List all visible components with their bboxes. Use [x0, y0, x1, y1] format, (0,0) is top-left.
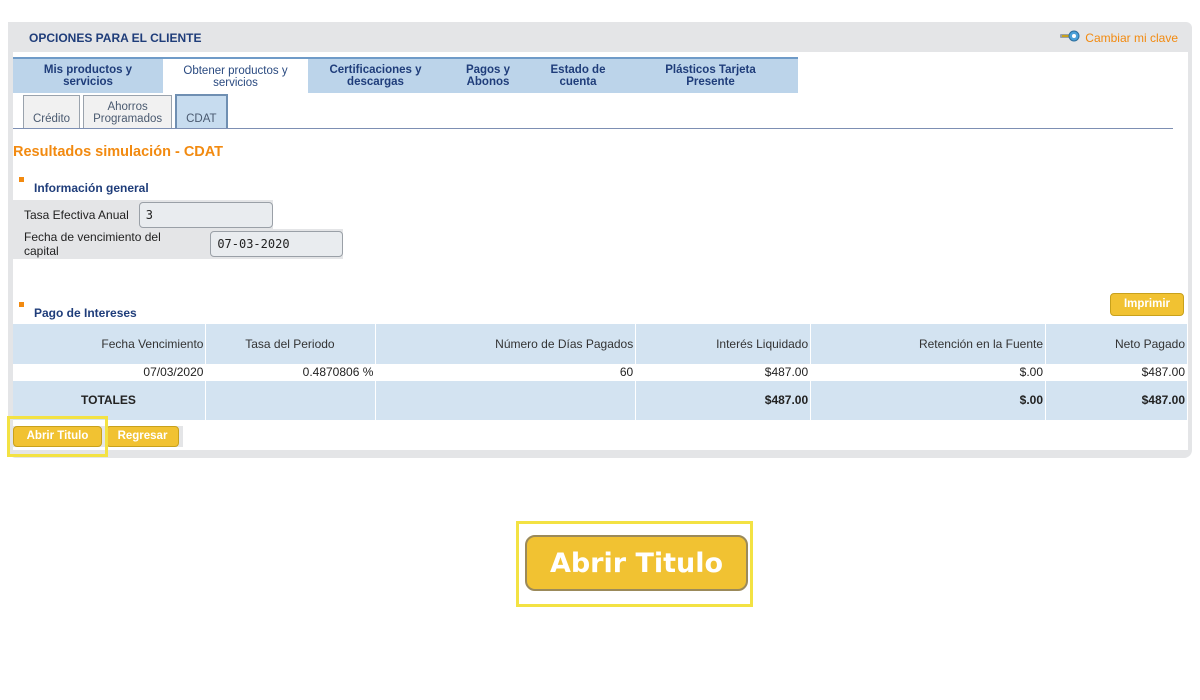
subtab-label: CDAT — [186, 113, 217, 125]
change-password-label: Cambiar mi clave — [1085, 30, 1178, 45]
tab-label: Pagos y — [465, 64, 511, 76]
key-icon — [1060, 30, 1080, 45]
tab-account-statement[interactable]: Estado de cuenta — [533, 59, 623, 93]
cell-interest: $487.00 — [635, 364, 812, 380]
total-interest: $487.00 — [635, 379, 812, 420]
cell-withholding: $.00 — [810, 364, 1047, 380]
rate-label: Tasa Efectiva Anual — [24, 208, 129, 222]
column-header: Tasa del Periodo — [205, 324, 377, 364]
tab-label: cuenta — [559, 76, 597, 88]
main-tab-bar: Mis productos y servicios Obtener produc… — [13, 57, 798, 93]
totals-empty — [375, 379, 637, 420]
tab-label: Abonos — [466, 76, 510, 88]
total-net-paid: $487.00 — [1045, 379, 1188, 420]
column-header: Interés Liquidado — [635, 324, 812, 364]
print-button[interactable]: Imprimir — [1110, 293, 1184, 316]
column-header: Número de Días Pagados — [375, 324, 637, 364]
tab-payments[interactable]: Pagos y Abonos — [443, 59, 533, 93]
tab-label: Mis productos y — [43, 64, 133, 76]
column-header: Fecha Vencimiento — [13, 324, 207, 364]
tab-label: descargas — [347, 76, 404, 88]
tab-label: Presente — [686, 76, 735, 88]
subtab-label: Ahorros — [107, 101, 148, 113]
subtab-cdat[interactable]: CDAT — [175, 94, 228, 129]
section-bullet-icon — [19, 302, 24, 307]
maturity-label: Fecha de vencimiento del capital — [24, 230, 161, 258]
subtab-ahorros-programados[interactable]: Ahorros Programados — [83, 95, 173, 129]
cell-net-paid: $487.00 — [1045, 364, 1188, 380]
cell-days-paid: 60 — [375, 364, 637, 380]
totals-empty — [205, 379, 377, 420]
general-info-title: Información general — [34, 181, 149, 195]
subtab-divider — [13, 128, 1173, 129]
column-header: Neto Pagado — [1045, 324, 1188, 364]
cell-period-rate: 0.4870806 % — [205, 364, 377, 380]
table-row: 07/03/2020 0.4870806 % 60 $487.00 $.00 $… — [13, 364, 1188, 380]
rate-field-row: Tasa Efectiva Anual 3 — [13, 200, 273, 230]
client-options-tab-label: OPCIONES PARA EL CLIENTE — [29, 31, 202, 45]
main-content: Mis productos y servicios Obtener produc… — [13, 52, 1188, 450]
total-withholding: $.00 — [810, 379, 1047, 420]
zoomed-open-title-button[interactable]: Abrir Titulo — [525, 535, 748, 591]
subtab-credito[interactable]: Crédito — [23, 95, 81, 129]
client-options-tab[interactable]: OPCIONES PARA EL CLIENTE — [8, 22, 243, 50]
totals-label: TOTALES — [13, 379, 207, 420]
change-password-link[interactable]: Cambiar mi clave — [1060, 30, 1178, 45]
maturity-field-row: Fecha de vencimiento del capital 07-03-2… — [13, 229, 343, 259]
tab-cards[interactable]: Plásticos Tarjeta Presente — [623, 59, 798, 93]
subtab-label: Programados — [93, 113, 163, 125]
column-header: Retención en la Fuente — [810, 324, 1047, 364]
maturity-input[interactable]: 07-03-2020 — [210, 231, 343, 257]
sub-tab-bar: Crédito Ahorros Programados CDAT — [23, 94, 231, 129]
tab-label: servicios — [213, 76, 258, 89]
back-button[interactable]: Regresar — [106, 426, 179, 447]
tab-label: Estado de — [550, 64, 606, 76]
interest-title: Pago de Intereses — [34, 306, 137, 320]
tab-get-products[interactable]: Obtener productos y servicios — [163, 59, 308, 93]
section-bullet-icon — [19, 177, 24, 182]
subtab-label: Crédito — [33, 113, 71, 125]
page-title: Resultados simulación - CDAT — [13, 144, 224, 160]
tab-my-products[interactable]: Mis productos y servicios — [13, 59, 163, 93]
highlight-box — [7, 416, 108, 457]
tab-label: Obtener productos y — [183, 64, 288, 77]
totals-row: TOTALES $487.00 $.00 $487.00 — [13, 379, 1188, 420]
tab-label: Plásticos Tarjeta — [665, 64, 756, 76]
tab-label: servicios — [63, 76, 113, 88]
tab-certifications[interactable]: Certificaciones y descargas — [308, 59, 443, 93]
tab-label: Certificaciones y — [329, 64, 422, 76]
interest-table: Fecha Vencimiento Tasa del Periodo Númer… — [13, 324, 1188, 420]
cell-maturity-date: 07/03/2020 — [13, 364, 207, 380]
rate-input[interactable]: 3 — [138, 202, 273, 228]
table-header-row: Fecha Vencimiento Tasa del Periodo Númer… — [13, 324, 1188, 364]
